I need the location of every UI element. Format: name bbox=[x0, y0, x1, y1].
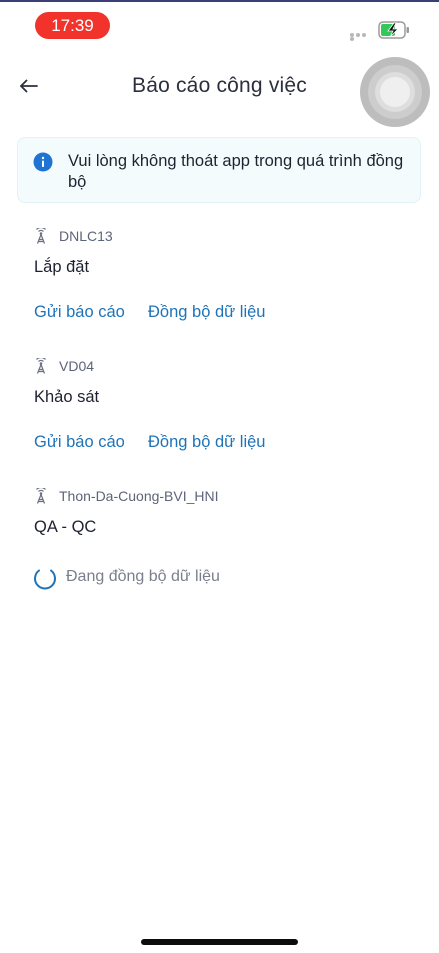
info-banner: Vui lòng không thoát app trong quá trình… bbox=[17, 137, 421, 203]
battery-charging-icon bbox=[378, 21, 409, 39]
status-bar: 17:39 bbox=[0, 0, 439, 50]
send-report-button[interactable]: Gửi báo cáo bbox=[34, 303, 125, 322]
syncing-status-text: Đang đồng bộ dữ liệu bbox=[66, 568, 220, 585]
task-name: Khảo sát bbox=[34, 388, 100, 406]
station-code: DNLC13 bbox=[59, 228, 113, 244]
info-icon bbox=[33, 152, 53, 172]
station-code: VD04 bbox=[59, 358, 95, 374]
station-code: Thon-Da-Cuong-BVI_HNI bbox=[59, 488, 219, 504]
send-report-button[interactable]: Gửi báo cáo bbox=[34, 433, 125, 452]
sync-data-button[interactable]: Đồng bộ dữ liệu bbox=[148, 433, 265, 452]
sync-data-button[interactable]: Đồng bộ dữ liệu bbox=[148, 303, 265, 322]
home-indicator[interactable] bbox=[141, 939, 298, 945]
assistive-touch-button[interactable] bbox=[360, 57, 430, 127]
signal-dots-icon bbox=[350, 33, 372, 41]
loading-spinner-icon bbox=[34, 569, 56, 590]
task-name: Lắp đặt bbox=[34, 258, 90, 276]
status-time: 17:39 bbox=[35, 12, 110, 39]
antenna-tower-icon bbox=[36, 488, 46, 504]
info-banner-text: Vui lòng không thoát app trong quá trình… bbox=[68, 152, 404, 191]
antenna-tower-icon bbox=[36, 358, 46, 374]
antenna-tower-icon bbox=[36, 228, 46, 244]
task-name: QA - QC bbox=[34, 518, 97, 536]
